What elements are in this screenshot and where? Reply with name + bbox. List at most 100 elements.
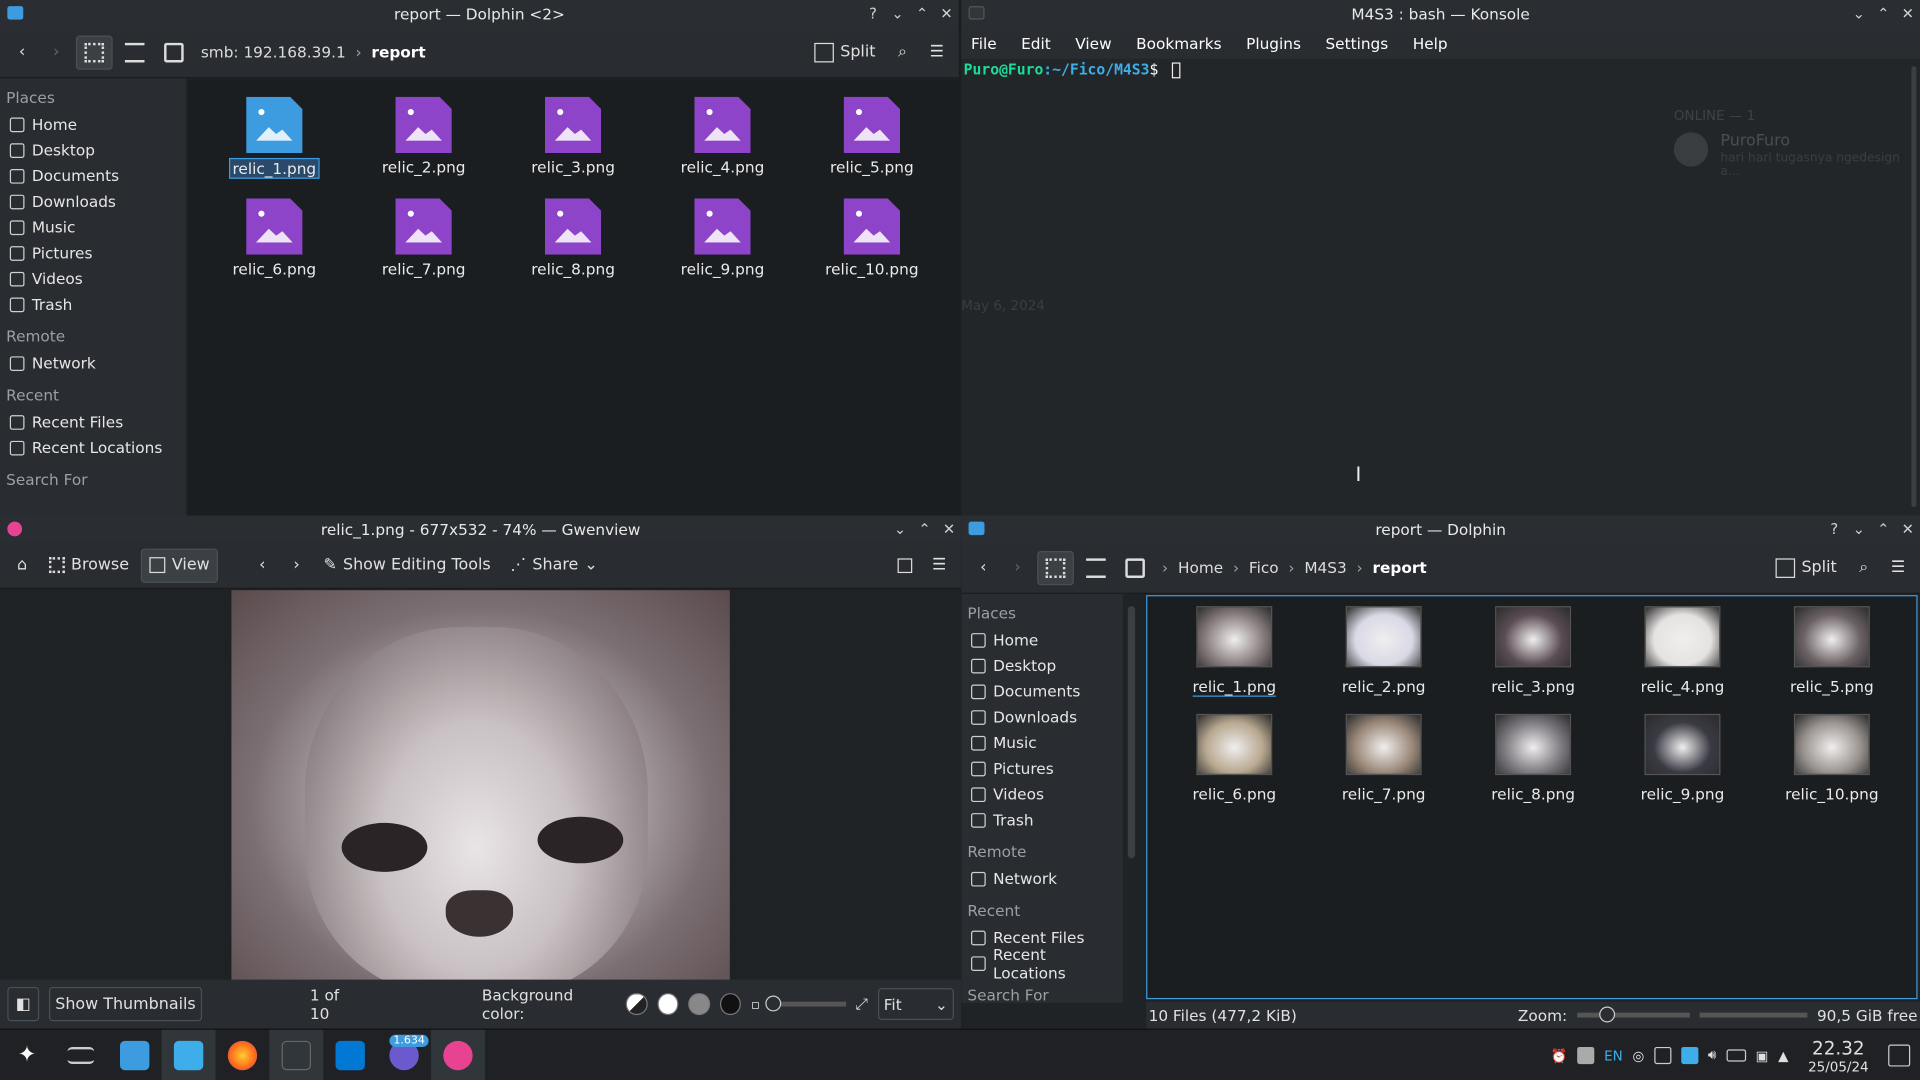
- zoom-mode-select[interactable]: Fit ⌄: [877, 988, 954, 1021]
- file-item[interactable]: relic_4.png: [648, 96, 797, 179]
- home-button[interactable]: ⌂: [7, 548, 36, 582]
- sidebar-item-desktop[interactable]: Desktop: [961, 653, 1123, 679]
- menu-button[interactable]: ☰: [924, 548, 953, 582]
- help-icon[interactable]: ?: [866, 5, 881, 22]
- update-icon[interactable]: ◎: [1632, 1048, 1644, 1064]
- breadcrumb-m4s3[interactable]: M4S3: [1304, 558, 1346, 576]
- clock[interactable]: 22.32 25/05/24: [1808, 1037, 1868, 1075]
- breadcrumb-current[interactable]: report: [371, 43, 425, 61]
- maximize-icon[interactable]: ⌃: [1876, 520, 1891, 537]
- menu-button[interactable]: ☰: [1883, 550, 1912, 584]
- menu-view[interactable]: View: [1075, 34, 1111, 52]
- zoom-slider[interactable]: [1576, 1006, 1690, 1023]
- split-button[interactable]: Split: [1768, 550, 1844, 584]
- file-item[interactable]: relic_10.png: [797, 198, 946, 278]
- file-item[interactable]: relic_7.png: [349, 198, 498, 278]
- sidebar-item-desktop[interactable]: Desktop: [0, 137, 186, 163]
- file-item[interactable]: relic_2.png: [1309, 606, 1458, 697]
- sidebar-item-documents[interactable]: Documents: [961, 678, 1123, 704]
- gwenview-task[interactable]: [431, 1029, 485, 1080]
- sidebar-item-trash[interactable]: Trash: [0, 291, 186, 317]
- browse-button[interactable]: Browse: [42, 548, 137, 582]
- close-icon[interactable]: ✕: [1900, 5, 1915, 22]
- icons-view-button[interactable]: [75, 34, 113, 70]
- show-desktop-icon[interactable]: [1888, 1044, 1911, 1067]
- tree-view-button[interactable]: [157, 35, 191, 69]
- menu-plugins[interactable]: Plugins: [1246, 34, 1301, 52]
- vscode-task[interactable]: [323, 1029, 377, 1080]
- view-button[interactable]: View: [141, 547, 219, 583]
- breadcrumb-home[interactable]: Home: [1178, 558, 1223, 576]
- file-item[interactable]: relic_10.png: [1757, 713, 1906, 803]
- bg-grey-swatch[interactable]: [688, 993, 710, 1016]
- zoom-slider-handle[interactable]: [1598, 1006, 1615, 1023]
- bg-black-swatch[interactable]: [719, 993, 742, 1016]
- maximize-icon[interactable]: ⌃: [915, 5, 930, 22]
- close-icon[interactable]: ✕: [1900, 520, 1915, 537]
- show-thumbnails-button[interactable]: Show Thumbnails: [48, 986, 203, 1022]
- breadcrumb-host[interactable]: smb: 192.168.39.1: [201, 43, 346, 61]
- file-item[interactable]: relic_8.png: [1458, 713, 1607, 803]
- search-button[interactable]: ⌕: [1849, 550, 1878, 584]
- sidebar-item-home[interactable]: Home: [0, 111, 186, 137]
- menu-bookmarks[interactable]: Bookmarks: [1136, 34, 1222, 52]
- zoom-slider[interactable]: [764, 995, 846, 1012]
- minimize-icon[interactable]: ⌄: [1851, 5, 1866, 22]
- help-icon[interactable]: ?: [1827, 520, 1842, 537]
- menu-file[interactable]: File: [971, 34, 997, 52]
- back-button[interactable]: ‹: [969, 550, 998, 584]
- file-item[interactable]: relic_6.png: [1160, 713, 1309, 803]
- forward-button[interactable]: ›: [1003, 550, 1032, 584]
- sidebar-item-music[interactable]: Music: [961, 730, 1123, 756]
- fullscreen-button[interactable]: [890, 548, 919, 582]
- close-icon[interactable]: ✕: [942, 520, 957, 537]
- details-view-button[interactable]: [1079, 550, 1113, 584]
- back-button[interactable]: ‹: [7, 35, 36, 69]
- sidebar-item-videos[interactable]: Videos: [961, 781, 1123, 807]
- app-launcher-button[interactable]: ✦: [0, 1029, 54, 1080]
- tree-view-button[interactable]: [1118, 550, 1152, 584]
- menu-help[interactable]: Help: [1413, 34, 1448, 52]
- previous-button[interactable]: ‹: [248, 548, 277, 582]
- zoom-slider-handle[interactable]: [764, 995, 781, 1012]
- breadcrumb-current[interactable]: report: [1372, 558, 1426, 576]
- menu-edit[interactable]: Edit: [1021, 34, 1051, 52]
- sidebar-item-pictures[interactable]: Pictures: [0, 240, 186, 266]
- file-item[interactable]: relic_8.png: [498, 198, 647, 278]
- zoom-fit-icon[interactable]: ⤢: [856, 994, 868, 1014]
- bg-white-swatch[interactable]: [657, 993, 679, 1016]
- sidebar-item-pictures[interactable]: Pictures: [961, 756, 1123, 782]
- file-item[interactable]: relic_9.png: [1608, 713, 1757, 803]
- display-icon[interactable]: [1680, 1046, 1699, 1065]
- search-button[interactable]: ⌕: [888, 35, 917, 69]
- sidebar-item-music[interactable]: Music: [0, 214, 186, 240]
- discord-tray-icon[interactable]: [1577, 1046, 1595, 1065]
- file-view[interactable]: relic_1.png relic_2.png relic_3.png relic_4…: [187, 79, 959, 516]
- details-view-button[interactable]: [118, 35, 152, 69]
- file-item[interactable]: relic_6.png: [200, 198, 349, 278]
- file-view[interactable]: relic_1.png relic_2.png relic_3.png relic_4…: [1146, 595, 1918, 1000]
- sidebar-item-recent-files[interactable]: Recent Files: [0, 409, 186, 435]
- forward-button[interactable]: ›: [42, 35, 71, 69]
- titlebar[interactable]: report — Dolphin ? ⌄ ⌃ ✕: [961, 515, 1920, 543]
- keyboard-layout[interactable]: EN: [1604, 1048, 1623, 1064]
- places-scrollbar[interactable]: [1127, 606, 1136, 859]
- sidebar-item-network[interactable]: Network: [961, 866, 1123, 892]
- bg-auto-swatch[interactable]: [626, 993, 648, 1016]
- menu-button[interactable]: ☰: [922, 35, 951, 69]
- breadcrumb-fico[interactable]: Fico: [1249, 558, 1279, 576]
- file-item[interactable]: relic_5.png: [1757, 606, 1906, 697]
- volume-icon[interactable]: 🔊︎: [1708, 1047, 1716, 1064]
- split-button[interactable]: Split: [807, 35, 883, 69]
- minimize-icon[interactable]: ⌄: [890, 5, 905, 22]
- minimize-icon[interactable]: ⌄: [893, 520, 908, 537]
- maximize-icon[interactable]: ⌃: [1876, 5, 1891, 22]
- sidebar-item-recent-locations[interactable]: Recent Locations: [0, 435, 186, 461]
- sidebar-item-downloads[interactable]: Downloads: [0, 189, 186, 215]
- scrollbar[interactable]: [1911, 66, 1917, 507]
- titlebar[interactable]: M4S3 : bash — Konsole ⌄ ⌃ ✕: [961, 0, 1920, 27]
- share-button[interactable]: ⋰ Share ⌄: [503, 548, 605, 582]
- menu-settings[interactable]: Settings: [1325, 34, 1388, 52]
- discord-task[interactable]: 1.634: [377, 1029, 431, 1080]
- titlebar[interactable]: relic_1.png - 677x532 - 74% — Gwenview ⌄…: [0, 515, 962, 543]
